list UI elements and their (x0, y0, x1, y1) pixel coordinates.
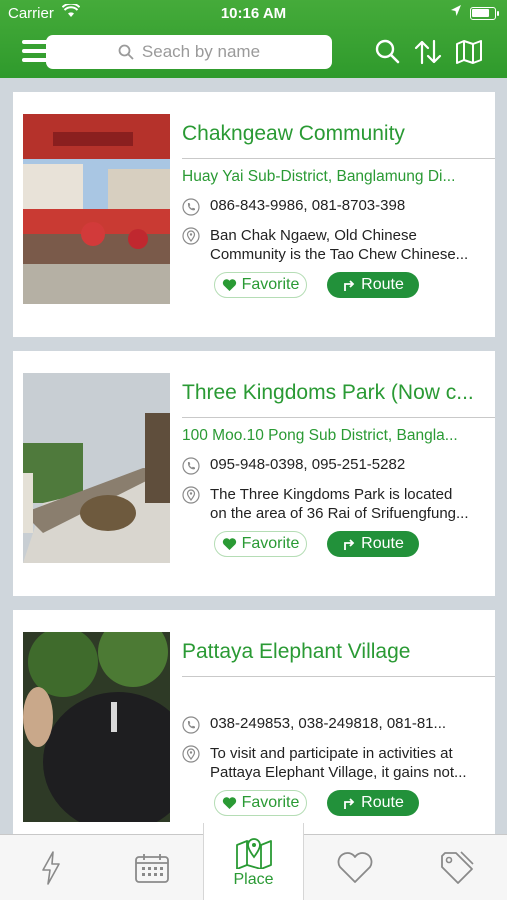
place-title[interactable]: Pattaya Elephant Village (182, 640, 495, 664)
tab-bar: Place (0, 823, 507, 900)
phone-icon (182, 716, 200, 734)
description-line: on the area of 36 Rai of Srifuengfung... (210, 505, 469, 522)
favorite-label: Favorite (241, 276, 300, 293)
tab-place[interactable]: Place (203, 823, 304, 900)
status-bar: Carrier 10:16 AM (0, 0, 507, 28)
description-line: Ban Chak Ngaew, Old Chinese (210, 227, 417, 244)
route-arrow-icon (344, 798, 355, 809)
route-label: Route (361, 535, 404, 552)
search-icon[interactable] (373, 38, 403, 66)
tab-highlights[interactable] (0, 835, 101, 900)
description-line: The Three Kingdoms Park is located (210, 486, 453, 503)
heart-icon (222, 279, 236, 291)
phone-icon (182, 457, 200, 475)
location-pin-icon (182, 745, 200, 763)
phone-icon (182, 198, 200, 216)
map-icon[interactable] (454, 38, 484, 66)
tab-calendar[interactable] (101, 835, 202, 900)
place-photo (23, 373, 170, 563)
phone-text: 086-843-9986, 081-8703-398 (210, 197, 406, 214)
location-arrow-icon (451, 5, 461, 16)
route-label: Route (361, 276, 404, 293)
divider (182, 158, 495, 159)
lightning-icon (41, 851, 60, 885)
heart-icon (337, 852, 372, 883)
route-arrow-icon (344, 280, 355, 291)
route-button[interactable]: Route (327, 272, 419, 298)
phone-text: 038-249853, 038-249818, 081-81... (210, 715, 447, 732)
favorite-label: Favorite (241, 794, 300, 811)
divider (182, 676, 495, 677)
places-list[interactable]: Chakngeaw Community Huay Yai Sub-Distric… (0, 78, 507, 834)
place-address: 100 Moo.10 Pong Sub District, Bangla... (182, 427, 458, 444)
place-card[interactable]: Three Kingdoms Park (Now c... 100 Moo.10… (13, 351, 495, 596)
tab-place-label: Place (233, 871, 274, 888)
app-header: Carrier 10:16 AM Seach by name (0, 0, 507, 78)
heart-icon (222, 538, 236, 550)
favorite-button[interactable]: Favorite (214, 531, 307, 557)
description-line: Community is the Tao Chew Chinese... (210, 246, 469, 263)
location-pin-icon (182, 486, 200, 504)
calendar-icon (134, 854, 169, 883)
location-pin-icon (182, 227, 200, 245)
place-title[interactable]: Three Kingdoms Park (Now c... (182, 381, 495, 405)
tab-tags[interactable] (406, 835, 507, 900)
favorite-label: Favorite (241, 535, 300, 552)
favorite-button[interactable]: Favorite (214, 272, 307, 298)
description-line: To visit and participate in activities a… (210, 745, 453, 762)
heart-icon (222, 797, 236, 809)
route-button[interactable]: Route (327, 531, 419, 557)
battery-icon (470, 7, 499, 20)
place-photo (23, 114, 170, 304)
phone-text: 095-948-0398, 095-251-5282 (210, 456, 406, 473)
sort-icon[interactable] (413, 38, 443, 66)
route-arrow-icon (344, 539, 355, 550)
search-input[interactable]: Seach by name (46, 35, 332, 69)
route-label: Route (361, 794, 404, 811)
place-photo (23, 632, 170, 822)
favorite-button[interactable]: Favorite (214, 790, 307, 816)
menu-button[interactable] (22, 40, 48, 64)
status-time: 10:16 AM (220, 5, 287, 22)
place-card[interactable]: Chakngeaw Community Huay Yai Sub-Distric… (13, 92, 495, 337)
divider (182, 417, 495, 418)
search-placeholder: Seach by name (141, 42, 261, 61)
map-pin-icon (235, 838, 272, 869)
place-card[interactable]: Pattaya Elephant Village 038-249853, 038… (13, 610, 495, 834)
place-address: Huay Yai Sub-District, Banglamung Di... (182, 168, 456, 185)
tag-icon (440, 851, 474, 884)
place-title[interactable]: Chakngeaw Community (182, 122, 495, 146)
tab-favorites[interactable] (304, 835, 405, 900)
route-button[interactable]: Route (327, 790, 419, 816)
search-icon (118, 44, 134, 60)
description-line: Pattaya Elephant Village, it gains not..… (210, 764, 467, 781)
